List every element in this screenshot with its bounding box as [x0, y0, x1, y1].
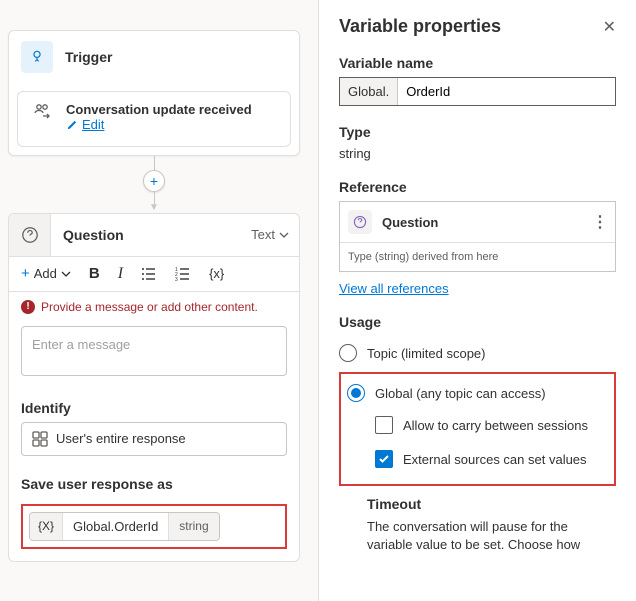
carry-sessions-checkbox[interactable]: Allow to carry between sessions	[347, 408, 608, 442]
save-response-label: Save user response as	[9, 464, 299, 498]
trigger-node: Trigger Conversation update received Edi…	[8, 30, 300, 156]
arrow-down-icon: ▼	[149, 202, 159, 213]
checkbox-icon	[375, 450, 393, 468]
trigger-event-title: Conversation update received	[66, 102, 252, 117]
italic-button[interactable]: I	[118, 265, 123, 283]
name-prefix: Global.	[340, 78, 398, 105]
external-sources-checkbox[interactable]: External sources can set values	[347, 442, 608, 476]
view-all-references-link[interactable]: View all references	[339, 281, 449, 296]
close-icon[interactable]: ✕	[603, 17, 616, 37]
timeout-description: The conversation will pause for the vari…	[367, 518, 616, 554]
radio-icon	[347, 384, 365, 402]
variable-name-input[interactable]	[398, 78, 615, 105]
usage-topic-radio[interactable]: Topic (limited scope)	[339, 338, 616, 368]
grid-icon	[32, 431, 48, 447]
properties-panel: Variable properties ✕ Variable name Glob…	[318, 0, 636, 601]
usage-label: Usage	[339, 314, 616, 330]
bold-button[interactable]: B	[89, 265, 100, 282]
identify-label: Identify	[9, 388, 299, 422]
usage-global-radio[interactable]: Global (any topic can access)	[347, 378, 608, 408]
type-label: Type	[339, 124, 616, 140]
edit-link[interactable]: Edit	[66, 117, 104, 132]
panel-title: Variable properties	[339, 16, 501, 37]
checkbox-icon	[375, 416, 393, 434]
usage-global-highlight: Global (any topic can access) Allow to c…	[339, 372, 616, 486]
question-title: Question	[51, 227, 241, 243]
variable-chip[interactable]: {X} Global.OrderId string	[29, 512, 220, 541]
reference-label: Reference	[339, 179, 616, 195]
chevron-down-icon	[61, 269, 71, 279]
conversation-icon	[30, 102, 54, 122]
variable-name-label: Variable name	[339, 55, 616, 71]
toolbar: + Add B I 123 {x}	[9, 257, 299, 292]
question-node: Question Text + Add B I 123 {x} ! P	[8, 213, 300, 562]
bullet-list-button[interactable]	[141, 266, 157, 282]
trigger-event-card[interactable]: Conversation update received Edit	[17, 91, 291, 147]
variable-name-input-wrap: Global.	[339, 77, 616, 106]
radio-icon	[339, 344, 357, 362]
fx-icon: {X}	[30, 513, 63, 540]
lightning-icon	[21, 41, 53, 73]
error-icon: !	[21, 300, 35, 314]
add-button[interactable]: + Add	[21, 265, 71, 282]
numbered-list-button[interactable]: 123	[175, 266, 191, 282]
variable-type: string	[168, 513, 218, 540]
message-input[interactable]: Enter a message	[21, 326, 287, 376]
connector: + ▼	[0, 156, 308, 213]
question-type-dropdown[interactable]: Text	[241, 227, 299, 242]
svg-text:3: 3	[175, 277, 178, 282]
identify-selector[interactable]: User's entire response	[21, 422, 287, 456]
question-icon	[348, 210, 372, 234]
trigger-title: Trigger	[65, 49, 112, 65]
more-icon[interactable]: ⋮	[592, 212, 607, 232]
timeout-label: Timeout	[367, 496, 616, 512]
reference-item[interactable]: Question	[382, 215, 582, 230]
reference-derived: Type (string) derived from here	[340, 243, 615, 271]
save-response-highlight: {X} Global.OrderId string	[21, 504, 287, 549]
variable-name: Global.OrderId	[63, 513, 168, 540]
trigger-header: Trigger	[9, 31, 299, 83]
type-value: string	[339, 146, 616, 161]
variable-button[interactable]: {x}	[209, 266, 224, 281]
add-node-button[interactable]: +	[143, 170, 165, 192]
error-message: ! Provide a message or add other content…	[9, 292, 299, 322]
reference-box: Question ⋮ Type (string) derived from he…	[339, 201, 616, 272]
chevron-down-icon	[279, 230, 289, 240]
question-icon	[9, 214, 51, 256]
